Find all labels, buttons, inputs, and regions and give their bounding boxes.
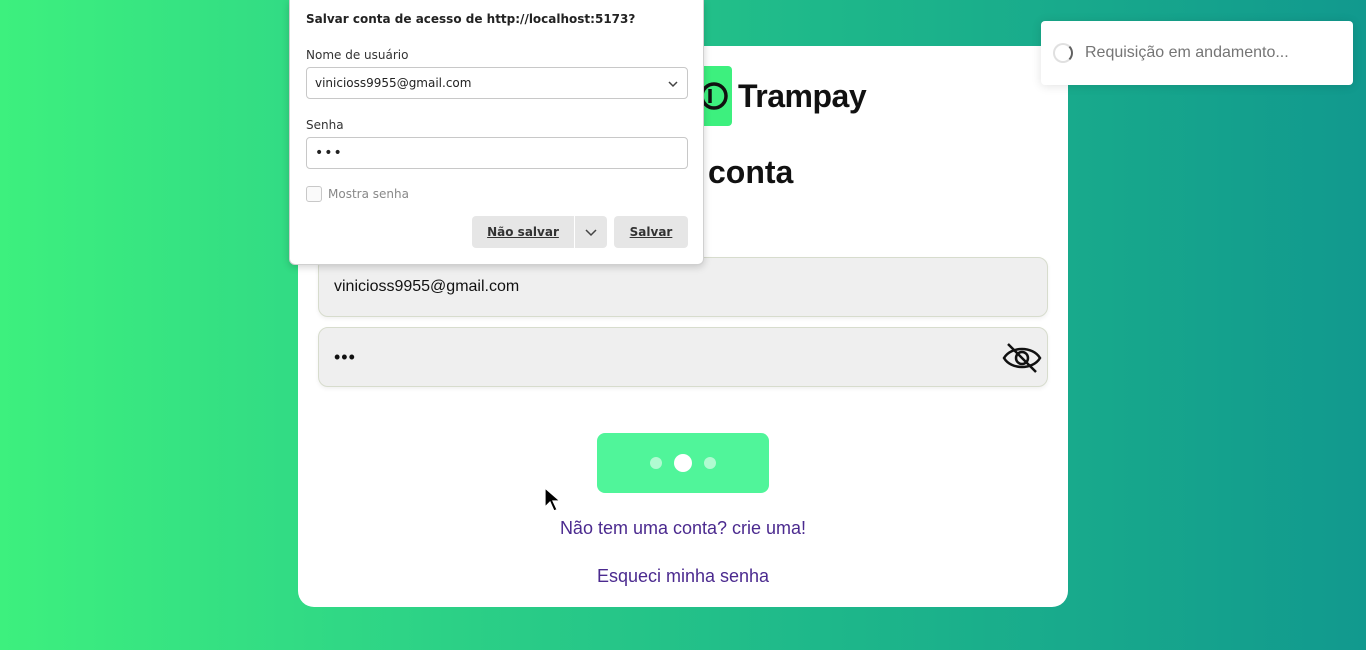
brand: Trampay (696, 66, 867, 126)
loading-dot (650, 457, 662, 469)
brand-name: Trampay (738, 77, 867, 114)
eye-off-icon[interactable] (1001, 338, 1043, 378)
dialog-password-value: ••• (315, 145, 343, 161)
forgot-password-link[interactable]: Esqueci minha senha (298, 566, 1068, 587)
email-value: vinicioss9955@gmail.com (334, 278, 520, 295)
page-title: conta (708, 154, 794, 190)
loading-dot (674, 454, 692, 472)
save-button[interactable]: Salvar (614, 216, 688, 248)
chevron-down-icon[interactable] (667, 78, 679, 93)
show-password-label: Mostra senha (328, 187, 409, 201)
login-submit-button[interactable] (597, 433, 769, 493)
mouse-cursor-icon (544, 486, 562, 518)
more-options-button[interactable] (575, 216, 607, 248)
loading-dot (704, 457, 716, 469)
chevron-down-icon (585, 229, 597, 237)
signup-link[interactable]: Não tem uma conta? crie uma! (298, 518, 1068, 539)
show-password-toggle[interactable]: Mostra senha (306, 186, 409, 202)
dont-save-label: Não salvar (487, 225, 559, 239)
password-label: Senha (306, 118, 344, 132)
dialog-password-field[interactable]: ••• (306, 137, 688, 169)
toast-message: Requisição em andamento... (1085, 44, 1289, 61)
password-value: ••• (334, 346, 356, 367)
dialog-title: Salvar conta de acesso de http://localho… (306, 12, 636, 26)
email-field[interactable]: vinicioss9955@gmail.com (318, 257, 1048, 317)
dont-save-button[interactable]: Não salvar (472, 216, 574, 248)
spinner-icon (1053, 43, 1073, 63)
username-select[interactable]: vinicioss9955@gmail.com (306, 67, 688, 99)
save-label: Salvar (629, 225, 673, 239)
username-value: vinicioss9955@gmail.com (315, 76, 472, 90)
username-label: Nome de usuário (306, 48, 409, 62)
show-password-checkbox[interactable] (306, 186, 322, 202)
password-field[interactable]: ••• (318, 327, 1048, 387)
save-password-dialog: Salvar conta de acesso de http://localho… (289, 0, 704, 265)
toast-notification: Requisição em andamento... (1041, 21, 1353, 85)
